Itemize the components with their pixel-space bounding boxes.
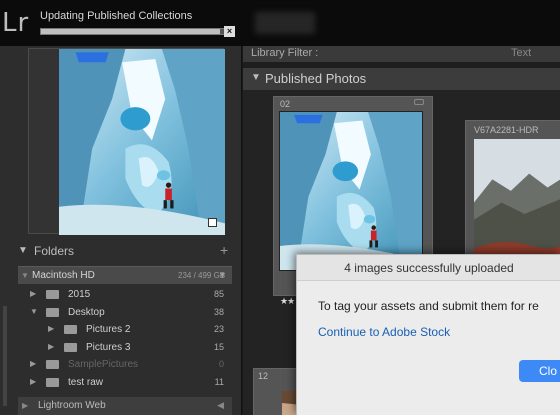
folder-name: Desktop [68,306,105,318]
folder-count: 0 [218,359,224,369]
cell-filename: V67A2281-HDR [474,125,539,135]
lightroom-web-label: Lightroom Web [38,400,106,411]
folder-row[interactable]: ▶ 2015 85 [18,286,232,303]
close-button[interactable]: Clo [519,360,560,382]
folder-icon [64,325,77,334]
folder-icon [46,307,59,317]
filter-text-tab[interactable]: Text [511,47,531,59]
folder-name: test raw [68,376,104,388]
volume-menu-icon[interactable]: ▼ [218,270,227,280]
cell-rating[interactable]: ★★ [280,296,295,307]
collapse-triangle-icon: ▶ [22,401,29,410]
folder-name: Pictures 2 [86,324,131,335]
upload-complete-dialog: 4 images successfully uploaded To tag yo… [296,254,560,415]
collapsed-triangle-icon[interactable]: ▶ [48,342,54,351]
dialog-message: To tag your assets and submit them for r… [318,299,539,313]
folder-count: 38 [213,306,224,317]
folders-panel-header[interactable]: ▼ Folders + [0,242,242,262]
volume-indicator-icon: ▼ [21,271,29,280]
folder-count: 85 [213,289,224,299]
grid-thumbnail [279,111,423,271]
folder-icon [46,360,59,369]
collapsed-triangle-icon[interactable]: ▶ [30,359,36,368]
navigator-photo [59,49,225,235]
activity-progress-bar [40,28,228,35]
folders-title: Folders [34,244,75,258]
expand-triangle-icon: ▼ [18,245,28,256]
folder-row[interactable]: ▶ test raw 11 [18,374,232,391]
folder-name: 2015 [68,289,91,300]
folder-row[interactable]: ▼ Desktop 38 [18,304,232,321]
badge-icon [208,218,217,227]
volume-name: Macintosh HD [32,270,95,281]
top-bar: Lr Updating Published Collections × [0,0,560,46]
collapsed-triangle-icon[interactable]: ▶ [48,324,54,333]
folder-count: 15 [213,341,224,352]
dialog-title: 4 images successfully uploaded [297,255,560,281]
activity-status-text: Updating Published Collections [40,10,193,22]
lightroom-logo: Lr [2,8,30,38]
cell-index: 02 [280,99,291,109]
folder-row[interactable]: ▶ Pictures 2 23 [18,321,232,338]
folder-row[interactable]: ▶ SamplePictures 0 [18,356,232,373]
library-filter-label: Library Filter : [251,47,319,59]
published-photos-title: Published Photos [265,71,367,86]
expand-triangle-icon: ▼ [251,72,261,83]
navigator-preview[interactable] [28,48,224,234]
library-filter-bar: Library Filter : Text [243,46,560,62]
folder-icon [46,290,59,299]
continue-to-adobe-stock-link[interactable]: Continue to Adobe Stock [318,325,450,339]
cell-badge-icon [414,99,424,105]
folder-name: Pictures 3 [86,341,131,353]
folder-row[interactable]: ▶ Pictures 3 15 [18,339,232,356]
cell-index: 12 [258,371,269,381]
folder-icon [46,377,59,387]
left-panel: ▼ Folders + ▼ Macintosh HD 234 / 499 GB … [0,46,242,415]
left-panel-scrollbar[interactable] [3,306,7,406]
cancel-activity-button[interactable]: × [224,26,235,37]
activity-progress-fill [41,29,220,34]
add-folder-button[interactable]: + [220,242,228,258]
collapsed-triangle-icon[interactable]: ▶ [30,377,36,386]
panel-collapse-icon[interactable]: ◀ [217,400,224,411]
folder-count: 23 [213,324,224,334]
lightroom-web-row[interactable]: ▶ Lightroom Web ◀ [18,397,232,415]
published-photos-header[interactable]: ▼ Published Photos [243,68,560,90]
volume-row[interactable]: ▼ Macintosh HD 234 / 499 GB ▼ [18,266,232,284]
folder-name: SamplePictures [68,359,139,370]
expanded-triangle-icon[interactable]: ▼ [30,307,38,316]
folder-icon [64,342,77,352]
module-picker[interactable] [255,12,315,34]
folder-count: 11 [214,376,224,387]
collapsed-triangle-icon[interactable]: ▶ [30,289,36,298]
